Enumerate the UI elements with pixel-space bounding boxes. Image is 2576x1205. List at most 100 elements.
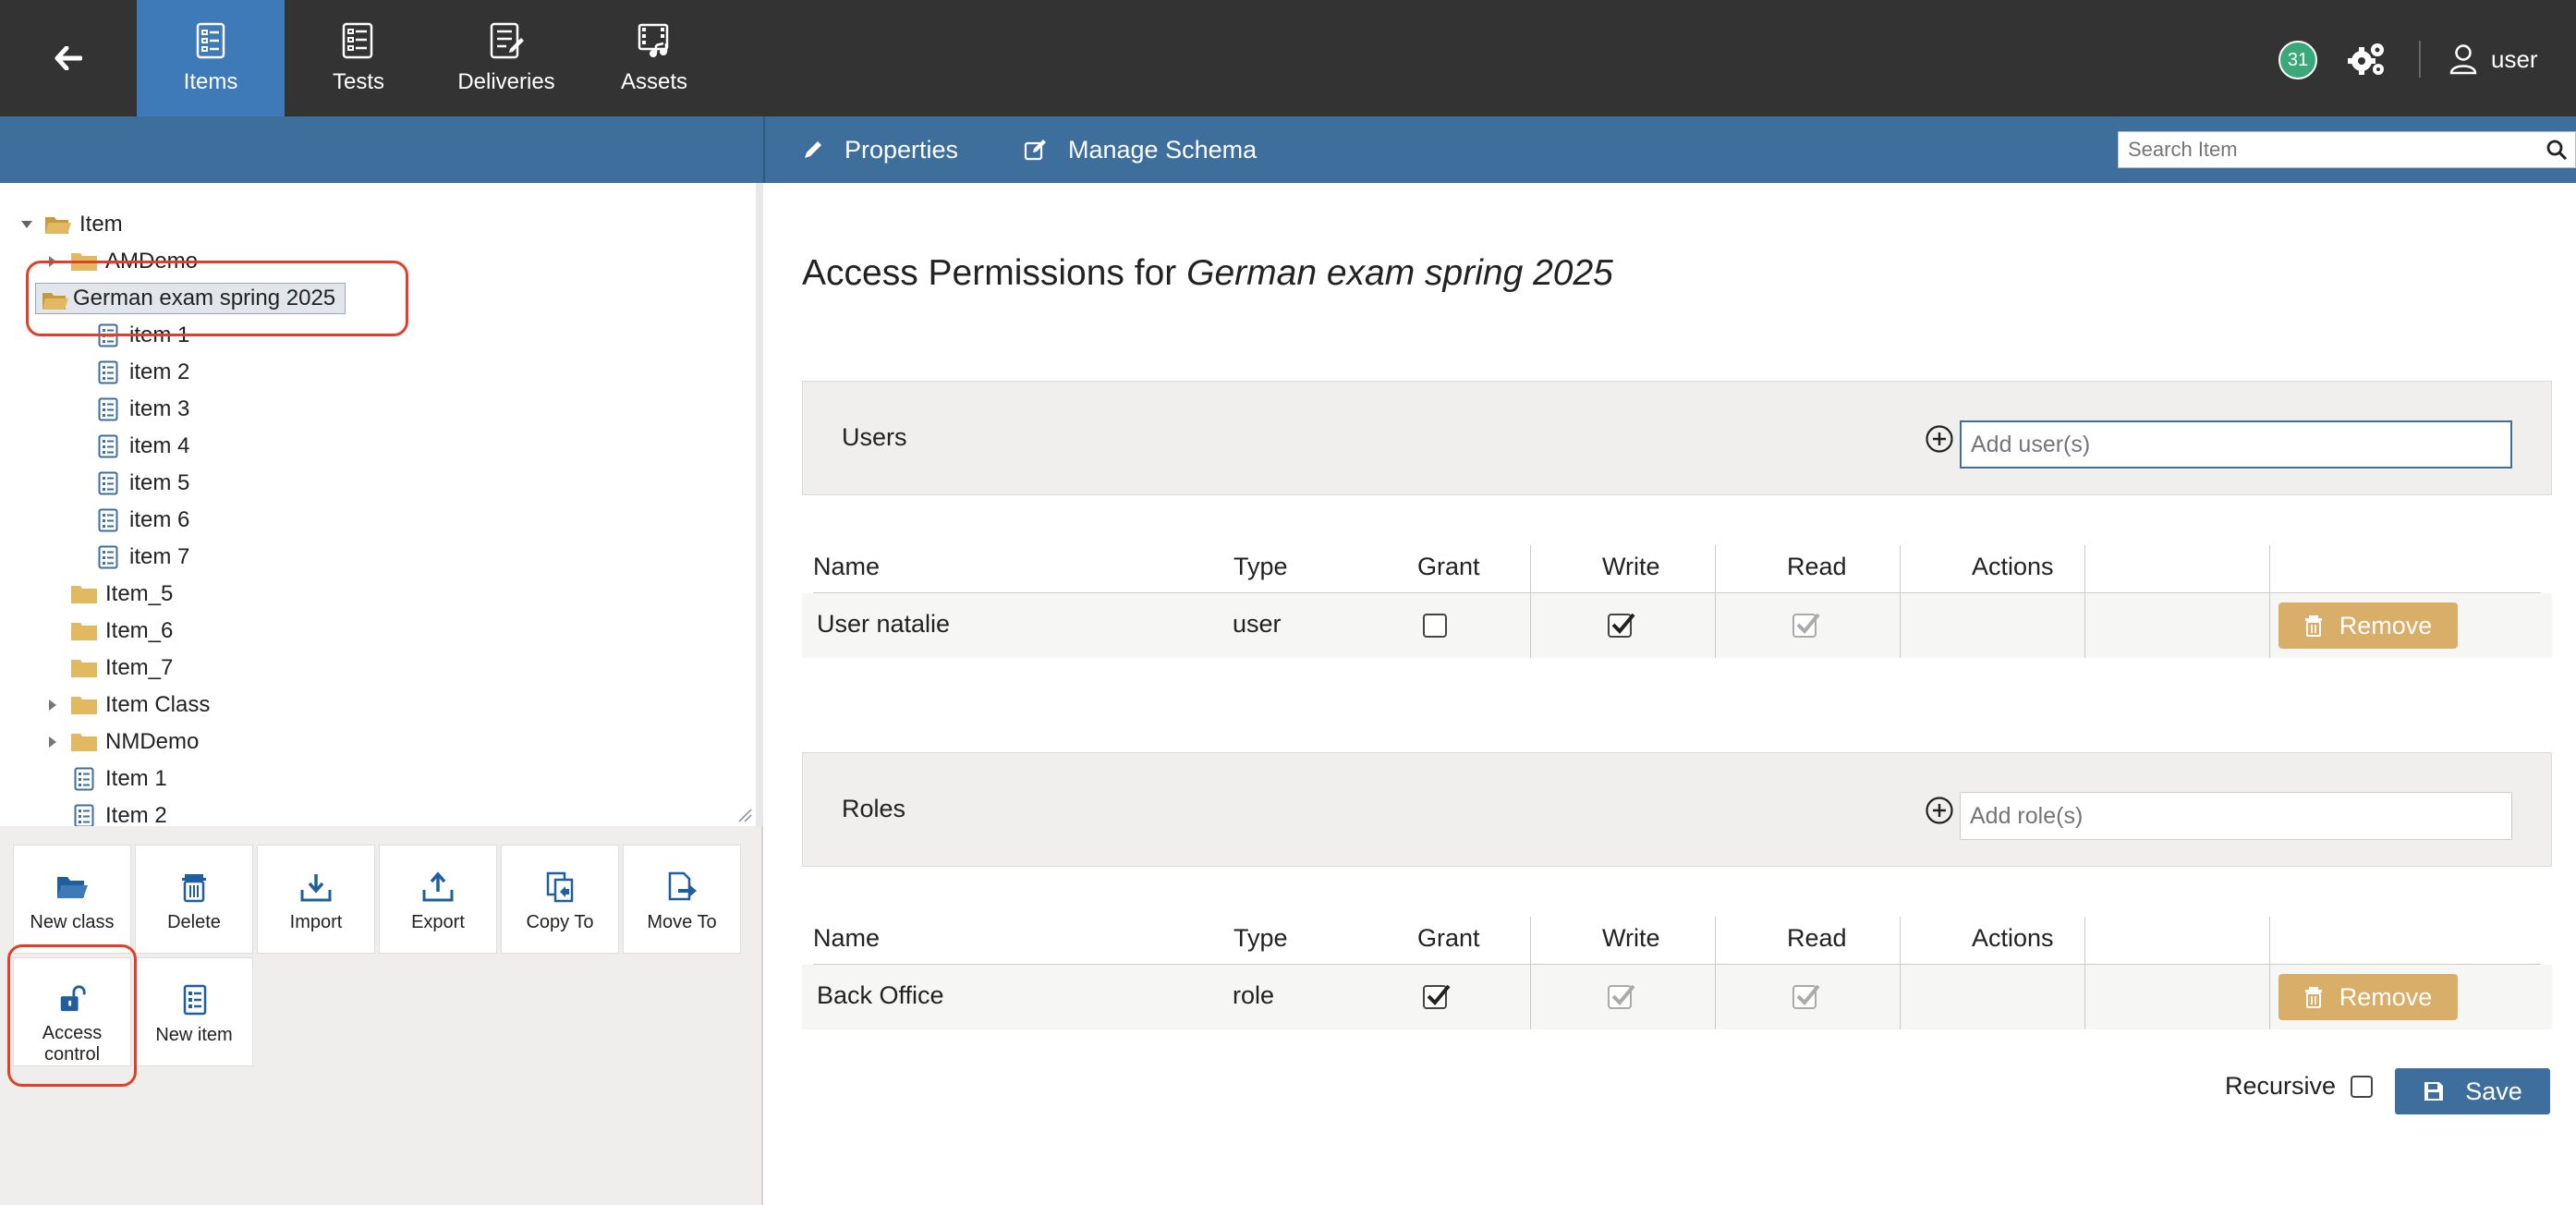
properties-button[interactable]: Properties bbox=[802, 116, 958, 183]
row-name: User natalie bbox=[817, 610, 951, 638]
tab-items[interactable]: Items bbox=[137, 0, 285, 116]
tree-node-label: item 2 bbox=[129, 359, 190, 384]
tab-assets[interactable]: Assets bbox=[580, 0, 728, 116]
highlight-access-control bbox=[7, 944, 137, 1087]
tree-node-item[interactable]: item 5 bbox=[98, 465, 189, 502]
tree-node-label: NMDemo bbox=[105, 729, 200, 754]
folder-icon bbox=[71, 586, 97, 603]
tree-node-item[interactable]: item 6 bbox=[98, 502, 189, 539]
column-separator bbox=[2084, 917, 2085, 1029]
copy-to-button[interactable]: Copy To bbox=[501, 845, 619, 954]
tab-deliveries-label: Deliveries bbox=[457, 69, 555, 94]
search-input[interactable] bbox=[2119, 132, 2538, 167]
tree-node-label: Item bbox=[79, 212, 123, 237]
folder-icon bbox=[71, 697, 97, 714]
tree-node-item[interactable]: item 2 bbox=[98, 354, 189, 391]
page-title-subject: German exam spring 2025 bbox=[1186, 253, 1613, 293]
tree-node-class[interactable]: Item_7 bbox=[70, 650, 173, 687]
write-checkbox[interactable] bbox=[1608, 613, 1635, 638]
caret-down-icon[interactable] bbox=[18, 220, 35, 229]
column-separator bbox=[2269, 917, 2270, 1029]
row-name: Back Office bbox=[817, 981, 944, 1009]
properties-label: Properties bbox=[844, 135, 959, 164]
highlight-selected-class bbox=[26, 261, 408, 336]
delete-button[interactable]: Delete bbox=[135, 845, 253, 954]
col-write: Write bbox=[1602, 924, 1660, 952]
row-type: user bbox=[1233, 610, 1282, 638]
save-label: Save bbox=[2465, 1077, 2522, 1105]
check-icon bbox=[1796, 984, 1820, 1005]
items-icon bbox=[196, 22, 225, 59]
tree-node-item[interactable]: Item 2 bbox=[74, 797, 167, 826]
tree-node-class[interactable]: Item_5 bbox=[70, 576, 173, 613]
grant-checkbox[interactable] bbox=[1423, 614, 1447, 638]
tab-tests[interactable]: Tests bbox=[285, 0, 432, 116]
add-circle-icon[interactable] bbox=[1925, 424, 1954, 454]
tree-node-label: Item_5 bbox=[105, 581, 174, 606]
tree-node-item[interactable]: item 3 bbox=[98, 391, 189, 428]
caret-right-icon[interactable] bbox=[44, 736, 61, 749]
tree-node-root[interactable]: Item bbox=[18, 206, 123, 243]
manage-schema-button[interactable]: Manage Schema bbox=[1024, 116, 1257, 183]
folder-icon bbox=[71, 660, 97, 677]
export-button[interactable]: Export bbox=[379, 845, 497, 954]
page-title-prefix: Access Permissions for bbox=[802, 253, 1177, 293]
tab-deliveries[interactable]: Deliveries bbox=[432, 0, 580, 116]
import-button[interactable]: Import bbox=[257, 845, 375, 954]
item-icon bbox=[98, 360, 118, 384]
back-button[interactable] bbox=[0, 0, 137, 116]
recursive-label: Recursive bbox=[2225, 1072, 2337, 1100]
add-circle-icon[interactable] bbox=[1925, 796, 1954, 825]
search-icon[interactable] bbox=[2538, 132, 2575, 167]
check-icon bbox=[1611, 613, 1635, 634]
settings-gear-icon[interactable] bbox=[2347, 41, 2388, 78]
save-button[interactable]: Save bbox=[2395, 1068, 2550, 1114]
tree-node-class[interactable]: Item Class bbox=[44, 687, 210, 724]
tree-node-label: item 6 bbox=[129, 507, 190, 532]
recursive-option: Recursive bbox=[2225, 1072, 2374, 1101]
remove-role-button[interactable]: Remove bbox=[2278, 974, 2458, 1020]
item-icon bbox=[98, 508, 118, 532]
recursive-checkbox[interactable] bbox=[2351, 1075, 2374, 1098]
table-header: Name Type Grant Write Read Actions bbox=[813, 538, 2541, 593]
resize-handle-icon[interactable] bbox=[737, 808, 752, 822]
read-checkbox[interactable] bbox=[1792, 613, 1820, 638]
folder-open-icon bbox=[57, 877, 88, 898]
move-icon bbox=[668, 871, 697, 901]
column-separator bbox=[1530, 545, 1531, 658]
add-roles-input[interactable] bbox=[1960, 792, 2512, 840]
write-checkbox[interactable] bbox=[1608, 984, 1635, 1009]
col-actions: Actions bbox=[1972, 553, 2054, 580]
item-icon bbox=[98, 471, 118, 495]
read-checkbox[interactable] bbox=[1792, 984, 1820, 1009]
user-name: user bbox=[2491, 44, 2538, 73]
move-to-button[interactable]: Move To bbox=[623, 845, 741, 954]
caret-right-icon[interactable] bbox=[44, 699, 61, 712]
user-menu[interactable]: user bbox=[2448, 41, 2538, 78]
tree-node-class[interactable]: NMDemo bbox=[44, 724, 199, 761]
copy-icon bbox=[546, 871, 574, 903]
column-separator bbox=[1900, 545, 1901, 658]
tree-node-label: item 4 bbox=[129, 433, 190, 458]
subbar-separator bbox=[763, 116, 765, 183]
col-type: Type bbox=[1233, 924, 1288, 952]
tree-node-class[interactable]: Item_6 bbox=[70, 613, 173, 650]
new-class-button[interactable]: New class bbox=[13, 845, 131, 954]
column-separator bbox=[1900, 917, 1901, 1029]
tree-node-item[interactable]: item 7 bbox=[98, 539, 189, 576]
new-item-button[interactable]: New item bbox=[135, 957, 253, 1066]
item-icon bbox=[98, 434, 118, 458]
export-label: Export bbox=[411, 912, 465, 932]
trash-icon bbox=[2304, 615, 2322, 637]
tree-scrollbar[interactable] bbox=[756, 183, 763, 826]
remove-user-button[interactable]: Remove bbox=[2278, 602, 2458, 649]
add-users-input[interactable] bbox=[1960, 420, 2512, 469]
tree-node-item[interactable]: Item 1 bbox=[74, 761, 167, 797]
tree-node-label: Item 2 bbox=[105, 803, 167, 826]
tree-node-item[interactable]: item 4 bbox=[98, 428, 189, 465]
item-icon bbox=[74, 804, 94, 826]
roles-section-label: Roles bbox=[842, 795, 906, 822]
grant-checkbox[interactable] bbox=[1423, 984, 1451, 1009]
users-section-label: Users bbox=[842, 423, 907, 451]
notification-badge[interactable]: 31 bbox=[2278, 41, 2317, 79]
